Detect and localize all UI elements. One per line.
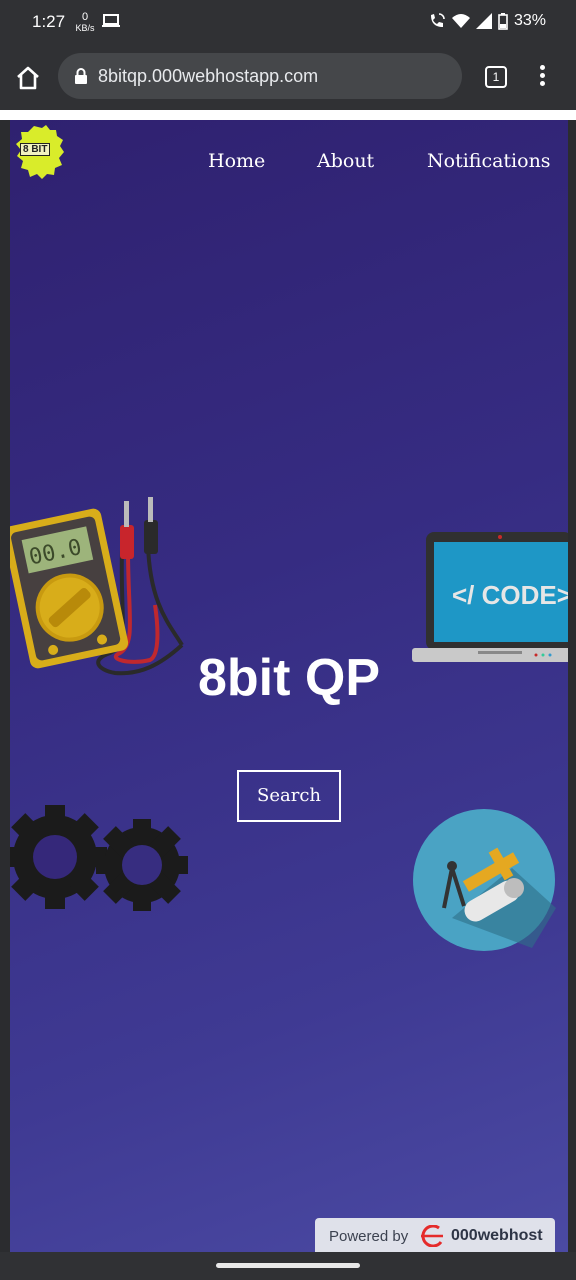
powered-by-label: Powered by xyxy=(329,1228,409,1245)
network-speed: 0 KB/s xyxy=(74,11,96,34)
laptop-code-icon: </ CODE> xyxy=(412,532,568,662)
status-time: 1:27 xyxy=(32,12,66,31)
url-text: 8bitqp.000webhostapp.com xyxy=(98,66,319,86)
nav-about[interactable]: About xyxy=(317,150,374,172)
laptop-icon xyxy=(102,14,120,27)
hero-title: 8bit QP xyxy=(197,649,381,707)
status-bar: 1:27 0 KB/s 33% xyxy=(0,0,576,44)
page-top-strip xyxy=(0,110,576,120)
network-speed-value: 0 xyxy=(81,11,89,23)
powered-by-badge[interactable]: Powered by 000webhost xyxy=(315,1218,555,1252)
home-icon[interactable] xyxy=(14,64,42,92)
laptop-screen-text: </ CODE> xyxy=(452,580,568,610)
logo-text: 8 BIT xyxy=(20,143,51,156)
gesture-handle[interactable] xyxy=(216,1263,360,1268)
drafting-tools-icon xyxy=(413,809,556,951)
status-icons: 33% xyxy=(428,12,546,30)
battery-percent: 33% xyxy=(513,12,546,29)
wifi-icon xyxy=(451,14,470,28)
nav-home[interactable]: Home xyxy=(208,150,265,172)
system-nav-bar xyxy=(0,1252,576,1280)
more-menu-icon[interactable] xyxy=(535,65,549,89)
site-logo[interactable]: 8 BIT xyxy=(16,124,64,184)
tab-switcher-button[interactable]: 1 xyxy=(485,66,507,88)
000webhost-logo-icon xyxy=(421,1225,443,1247)
wifi-calling-icon xyxy=(430,13,445,27)
powered-by-brand: 000webhost xyxy=(451,1227,543,1244)
gears-icon xyxy=(10,805,188,911)
signal-icon xyxy=(475,13,492,29)
search-button[interactable]: Search xyxy=(237,770,341,822)
address-bar[interactable]: 8bitqp.000webhostapp.com xyxy=(58,53,462,99)
battery-icon xyxy=(498,12,508,30)
nav-notifications[interactable]: Notifications xyxy=(427,150,551,172)
lock-icon xyxy=(75,68,87,84)
browser-toolbar: 8bitqp.000webhostapp.com 1 xyxy=(0,44,576,110)
hero-section: 8 BIT Home About Notifications 00.0 </ C… xyxy=(10,120,568,1252)
network-speed-unit: KB/s xyxy=(75,23,95,33)
